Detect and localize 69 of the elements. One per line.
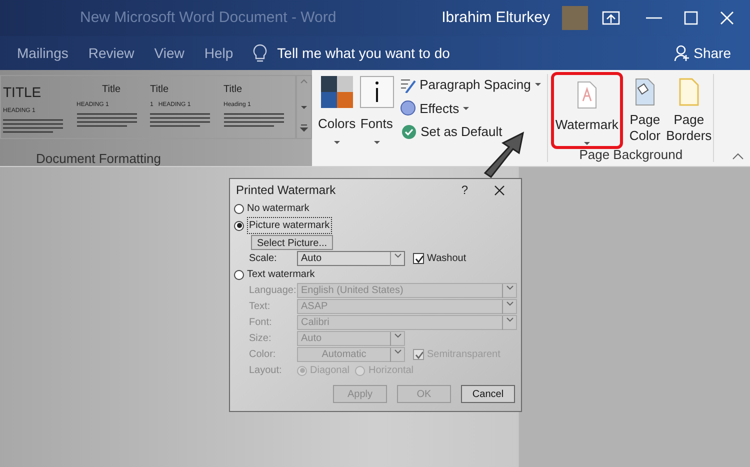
field-label: Scale: bbox=[249, 252, 278, 266]
dialog-button[interactable]: Cancel bbox=[461, 385, 515, 403]
close-icon[interactable] bbox=[494, 184, 505, 196]
color-swatches-icon bbox=[320, 76, 353, 108]
effects-button[interactable]: Effects bbox=[400, 98, 541, 118]
group-label: Document Formatting bbox=[36, 150, 162, 168]
checkbox-option[interactable]: Washout bbox=[413, 251, 466, 266]
chevron-down-icon bbox=[390, 252, 404, 266]
ribbon-tab[interactable]: Review bbox=[88, 42, 134, 64]
set-as-default-button[interactable]: Set as Default bbox=[400, 122, 541, 142]
lightbulb-icon bbox=[253, 44, 268, 62]
dialog-title: Printed Watermark bbox=[236, 182, 337, 199]
ribbon-tab[interactable]: Help bbox=[204, 42, 234, 64]
ribbon-display-icon[interactable] bbox=[602, 10, 620, 26]
page-border-icon bbox=[678, 78, 699, 106]
field-label: Color: bbox=[249, 348, 277, 362]
share-button[interactable]: Share bbox=[694, 42, 731, 64]
field-label: Size: bbox=[249, 332, 272, 346]
collapse-ribbon-icon[interactable] bbox=[732, 153, 744, 160]
text-lines-drawing bbox=[150, 112, 210, 128]
dropdown-caret-icon bbox=[584, 142, 590, 144]
fonts-button[interactable]: Fonts bbox=[358, 70, 396, 166]
chevron-down-icon bbox=[502, 284, 516, 298]
page-borders-button[interactable]: Page Borders bbox=[666, 70, 711, 144]
effects-circle-icon bbox=[400, 100, 416, 116]
chevron-down-icon bbox=[390, 348, 404, 362]
ribbon-tab[interactable]: Mailings bbox=[17, 42, 68, 64]
paragraph-spacing-button[interactable]: Paragraph Spacing bbox=[400, 75, 541, 94]
dropdown-field[interactable]: Auto bbox=[297, 251, 405, 266]
style-title: Title bbox=[150, 83, 170, 97]
checkbox-icon[interactable] bbox=[413, 349, 424, 360]
select-picture-button[interactable]: Select Picture... bbox=[251, 235, 334, 250]
window-title: New Microsoft Word Document - Word bbox=[80, 8, 336, 28]
document-letter-icon bbox=[576, 81, 597, 109]
paint-bucket-page-icon bbox=[634, 78, 655, 106]
share-person-icon[interactable] bbox=[674, 44, 690, 62]
dropdown-caret-icon bbox=[534, 83, 541, 86]
field-label: Font: bbox=[249, 316, 273, 330]
text-lines-drawing bbox=[76, 112, 136, 128]
group-label: Page Background bbox=[579, 146, 683, 164]
radio-option[interactable]: Text watermark bbox=[234, 267, 517, 282]
field-label: Layout: bbox=[249, 364, 283, 378]
page-color-button[interactable]: Page Color bbox=[622, 70, 667, 144]
maximize-icon[interactable] bbox=[684, 11, 698, 25]
tell-me-search[interactable]: Tell me what you want to do bbox=[277, 42, 450, 64]
text-lines-drawing bbox=[224, 112, 284, 128]
help-button[interactable]: ? bbox=[461, 181, 468, 199]
radio-option[interactable]: No watermark bbox=[234, 201, 517, 216]
font-glyph-icon bbox=[360, 76, 394, 108]
user-name: Ibrahim Elturkey bbox=[442, 8, 550, 28]
text-lines-drawing bbox=[3, 118, 63, 134]
watermark-button[interactable]: Watermark bbox=[550, 72, 623, 149]
field-label: Language: bbox=[249, 284, 297, 298]
chevron-down-icon bbox=[390, 332, 404, 346]
chevron-down-icon bbox=[502, 300, 516, 314]
dropdown-caret-icon bbox=[334, 140, 340, 144]
checkbox-icon[interactable] bbox=[413, 253, 424, 264]
ribbon-tab[interactable]: View bbox=[154, 42, 184, 64]
style-title: TITLE bbox=[3, 83, 42, 102]
radio-option[interactable]: Picture watermark bbox=[234, 217, 517, 234]
dropdown-caret-icon bbox=[463, 106, 470, 110]
style-title: Title bbox=[224, 83, 244, 97]
chevron-down-icon bbox=[502, 316, 516, 330]
paragraph-spacing-icon bbox=[400, 76, 416, 93]
style-title: Title bbox=[102, 83, 121, 97]
dropdown-caret-icon bbox=[374, 140, 380, 144]
checkmark-circle-icon bbox=[400, 124, 417, 140]
field-label: Text: bbox=[249, 300, 272, 314]
colors-button[interactable]: Colors bbox=[316, 70, 358, 166]
